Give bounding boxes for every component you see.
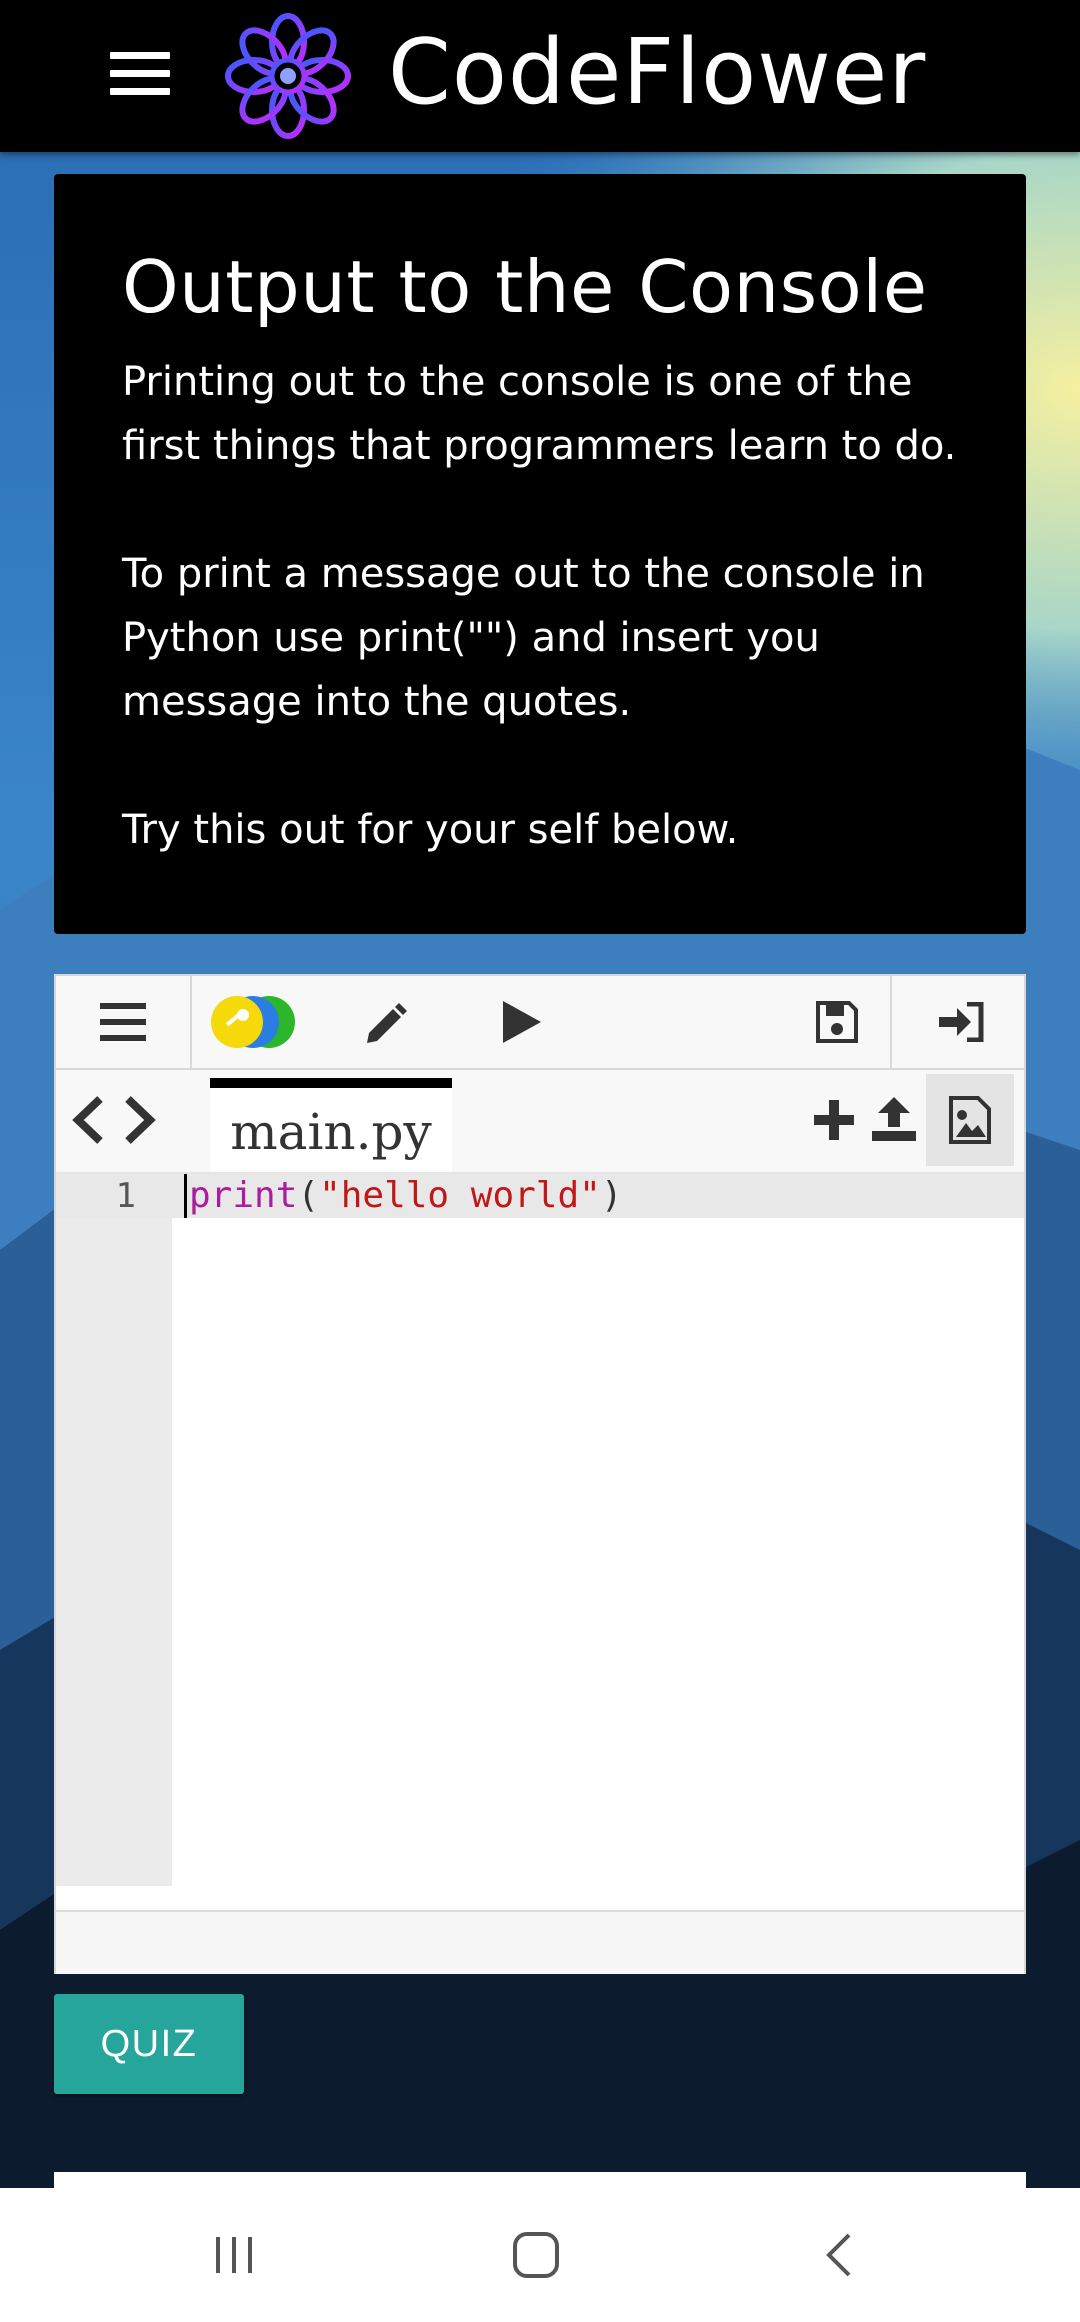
quiz-button[interactable]: QUIZ bbox=[54, 1994, 244, 2094]
code-token-paren: ) bbox=[600, 1175, 623, 1216]
recent-apps-icon[interactable] bbox=[174, 2188, 294, 2322]
key-toggle-icon[interactable] bbox=[202, 976, 302, 1068]
hamburger-menu-icon[interactable] bbox=[110, 52, 170, 98]
play-icon[interactable] bbox=[472, 976, 572, 1068]
sign-in-icon[interactable] bbox=[906, 976, 1016, 1068]
tab-main-py[interactable]: main.py bbox=[210, 1078, 452, 1172]
code-token-paren: ( bbox=[297, 1175, 320, 1216]
upload-icon[interactable] bbox=[862, 1070, 926, 1170]
line-number-gutter bbox=[56, 1174, 172, 1886]
lesson-card: Output to the Console Printing out to th… bbox=[54, 174, 1026, 934]
pencil-icon[interactable] bbox=[336, 976, 436, 1068]
file-tab-bar: main.py bbox=[56, 1070, 1024, 1174]
menu-icon[interactable] bbox=[56, 976, 190, 1068]
save-icon[interactable] bbox=[782, 976, 892, 1068]
code-token-string: "hello world" bbox=[319, 1175, 601, 1216]
codeflower-logo-icon bbox=[222, 10, 354, 142]
image-icon[interactable] bbox=[926, 1070, 1014, 1170]
editor-status-bar bbox=[56, 1910, 1024, 1974]
line-number: 1 bbox=[115, 1176, 136, 1216]
code-text-area[interactable]: 1 print("hello world") bbox=[56, 1174, 1024, 1886]
editor-toolbar bbox=[56, 976, 1024, 1070]
code-arrows-icon[interactable] bbox=[64, 1070, 164, 1170]
home-icon[interactable] bbox=[476, 2188, 596, 2322]
code-token-function: print bbox=[189, 1175, 298, 1216]
lesson-title: Output to the Console bbox=[122, 245, 928, 329]
code-editor: main.py 1 print("hello world") bbox=[54, 974, 1026, 1974]
plus-icon[interactable] bbox=[804, 1070, 864, 1170]
lesson-paragraph-3: Try this out for your self below. bbox=[122, 807, 739, 853]
lesson-paragraph-1: Printing out to the console is one of th… bbox=[122, 359, 957, 469]
tab-filename: main.py bbox=[230, 1103, 432, 1161]
back-icon[interactable] bbox=[778, 2188, 898, 2322]
code-line-1[interactable]: print("hello world") bbox=[184, 1174, 623, 1218]
system-nav-bar bbox=[0, 2188, 1080, 2322]
app-bar: CodeFlower bbox=[0, 0, 1080, 152]
lesson-paragraph-2: To print a message out to the console in… bbox=[122, 551, 925, 725]
app-title: CodeFlower bbox=[388, 20, 927, 125]
